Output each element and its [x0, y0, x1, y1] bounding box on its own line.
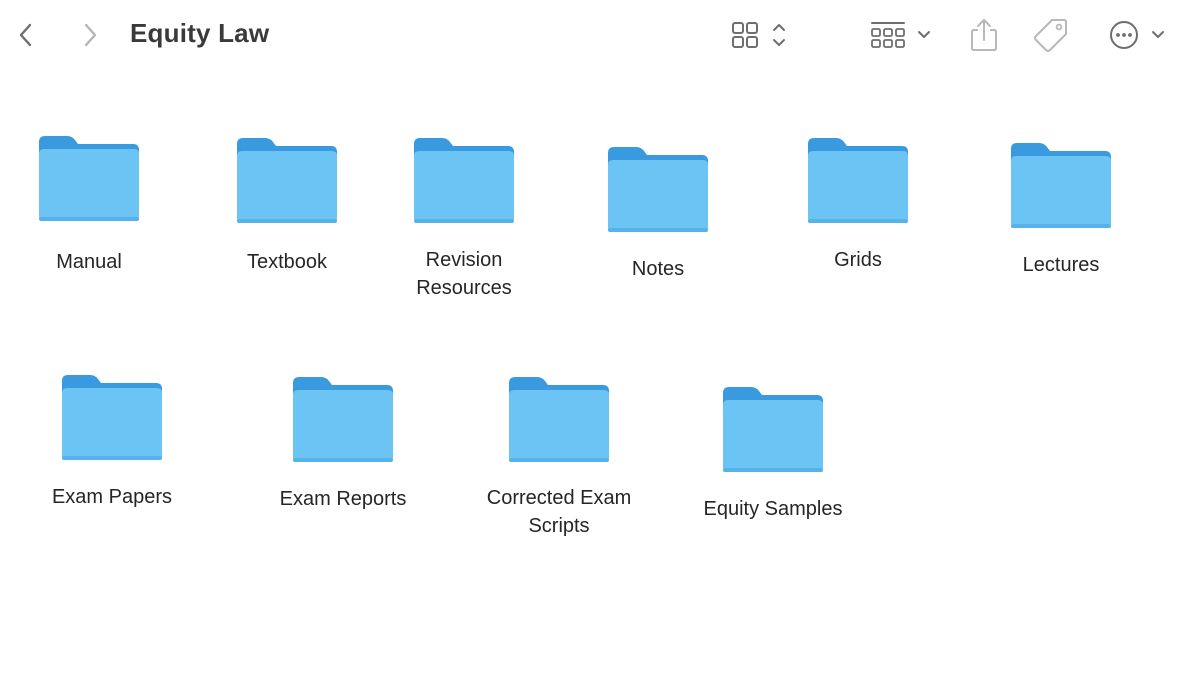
toolbar: Equity Law	[0, 0, 1200, 72]
tag-button[interactable]	[1030, 16, 1070, 54]
folder-exam-papers[interactable]: Exam Papers	[12, 373, 212, 511]
ellipsis-circle-icon	[1110, 21, 1164, 49]
folder-icon	[62, 375, 162, 460]
folder-icon	[293, 377, 393, 462]
folder-label: Notes	[631, 258, 685, 280]
folder-revision-resources[interactable]: Revision Resources	[364, 136, 564, 302]
folder-corrected-exam-scripts[interactable]: Corrected Exam Scripts	[459, 375, 659, 540]
folder-label: Corrected Exam Scripts	[486, 487, 632, 537]
view-mode-button[interactable]	[728, 18, 792, 52]
folder-notes[interactable]: Notes	[558, 145, 758, 283]
window-title: Equity Law	[130, 18, 270, 48]
folder-label: Equity Samples	[703, 498, 843, 520]
chevron-right-icon	[84, 23, 97, 47]
folder-textbook[interactable]: Textbook	[187, 136, 387, 276]
folder-label: Manual	[56, 251, 122, 273]
folder-icon	[237, 138, 337, 223]
folder-exam-reports[interactable]: Exam Reports	[243, 375, 443, 513]
folder-lectures[interactable]: Lectures	[961, 141, 1161, 279]
folder-label: Lectures	[1022, 254, 1100, 276]
grid-view-icon	[732, 22, 785, 48]
share-icon	[971, 19, 997, 51]
share-button[interactable]	[966, 16, 1002, 54]
more-actions-button[interactable]	[1106, 18, 1170, 52]
folder-icon	[414, 138, 514, 223]
tag-icon	[1034, 19, 1067, 52]
group-by-icon	[871, 22, 930, 48]
folder-grids[interactable]: Grids	[758, 136, 958, 274]
folder-icon	[39, 136, 139, 221]
folder-icon	[808, 138, 908, 223]
folder-label: Textbook	[246, 251, 328, 273]
folder-label: Exam Papers	[51, 486, 173, 508]
chevron-left-icon	[19, 23, 32, 47]
folder-label: Grids	[834, 249, 882, 271]
folder-icon	[723, 387, 823, 472]
folder-icon	[509, 377, 609, 462]
finder-window: Equity Law Manual Textbook Revision Reso…	[0, 0, 1200, 674]
forward-button[interactable]	[76, 20, 104, 50]
folder-icon	[1011, 143, 1111, 228]
folder-equity-samples[interactable]: Equity Samples	[673, 385, 873, 523]
folder-label: Revision Resources	[416, 249, 512, 299]
back-button[interactable]	[12, 20, 40, 50]
folder-manual[interactable]: Manual	[0, 134, 189, 276]
folder-label: Exam Reports	[279, 488, 407, 510]
folder-icon	[608, 147, 708, 232]
group-by-button[interactable]	[868, 18, 936, 52]
